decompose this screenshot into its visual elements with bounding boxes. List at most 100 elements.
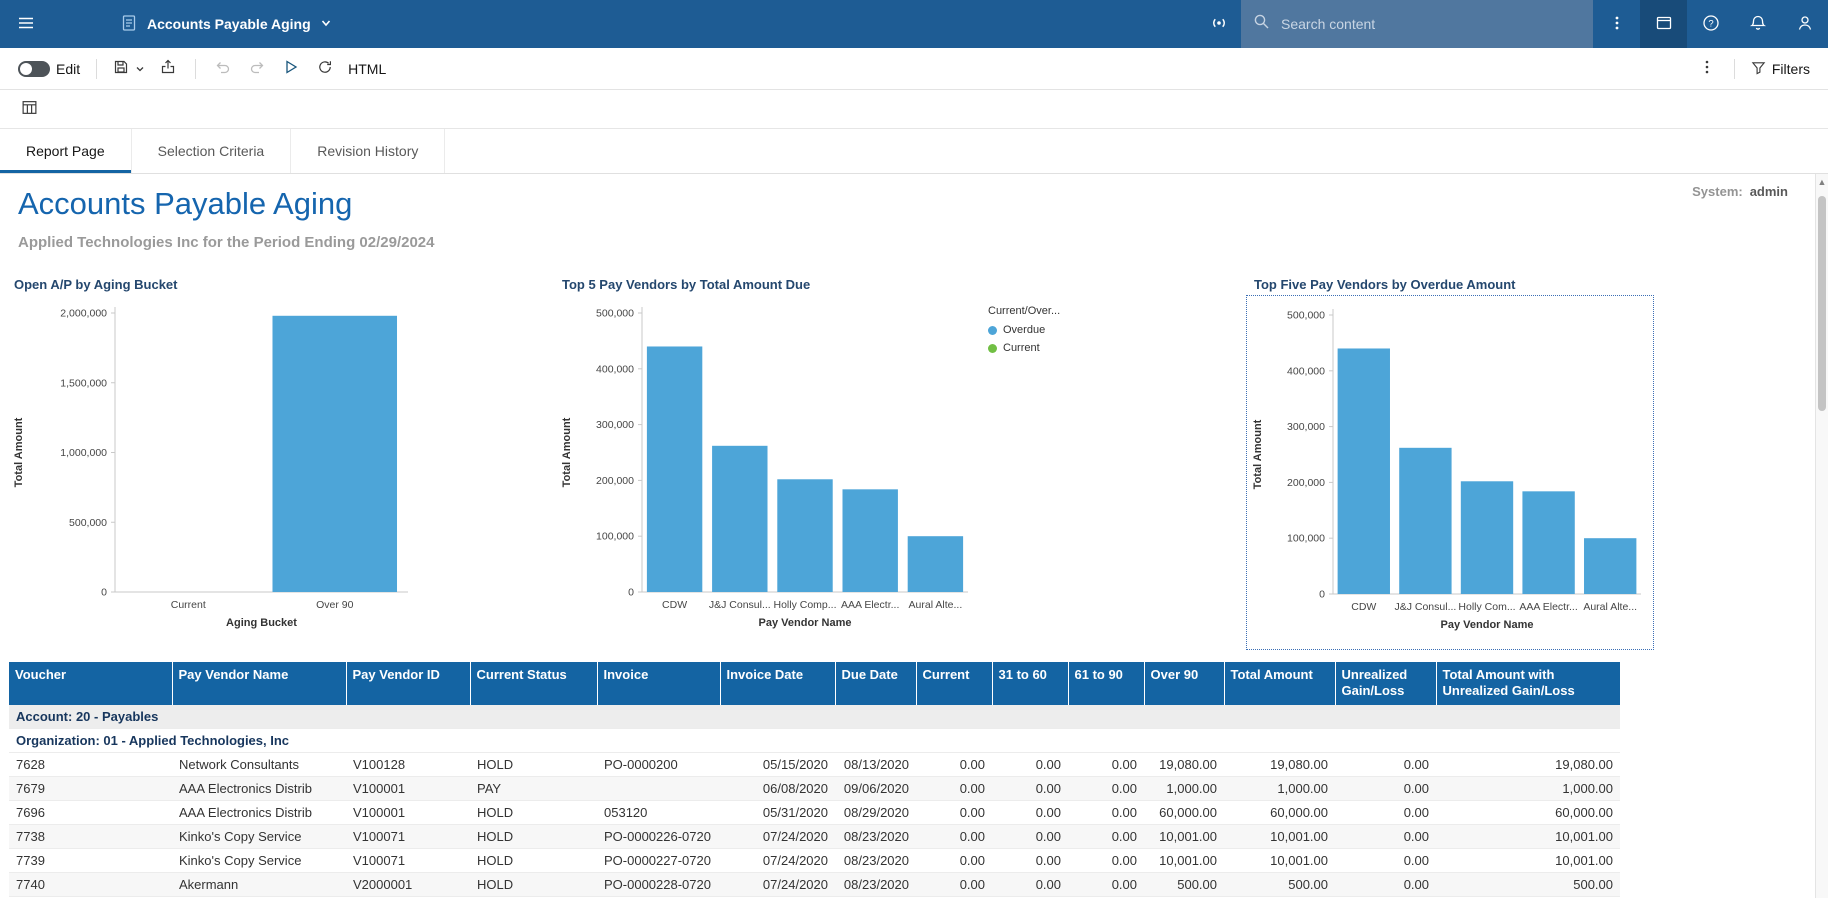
- column-header: Invoice Date: [720, 662, 835, 705]
- toolbar-divider: [1734, 59, 1735, 79]
- table-cell: 19,080.00: [1224, 753, 1335, 777]
- system-label: System:: [1692, 184, 1743, 199]
- notifications-button[interactable]: [1734, 0, 1781, 48]
- table-cell: 0.00: [916, 801, 992, 825]
- table-row: 7738Kinko's Copy ServiceV100071HOLDPO-00…: [9, 825, 1620, 849]
- charts-row: Open A/P by Aging Bucket0500,0001,000,00…: [0, 269, 1812, 661]
- table-cell: 05/15/2020: [720, 753, 835, 777]
- table-cell: Kinko's Copy Service: [172, 825, 346, 849]
- filters-button[interactable]: Filters: [1745, 53, 1816, 85]
- tab-report-page[interactable]: Report Page: [0, 129, 132, 173]
- y-tick-label: 200,000: [596, 475, 634, 487]
- group-row: Account: 20 - Payables: [9, 705, 1620, 729]
- edit-toggle[interactable]: Edit: [12, 53, 86, 85]
- y-tick-label: 300,000: [596, 419, 634, 431]
- bar[interactable]: [1399, 448, 1451, 594]
- y-tick-label: 0: [101, 587, 107, 599]
- search-bar[interactable]: [1241, 0, 1593, 48]
- app-topbar: Accounts Payable Aging: [0, 0, 1828, 48]
- refresh-button[interactable]: [308, 53, 342, 85]
- redo-icon: [249, 59, 265, 78]
- table-cell: 07/24/2020: [720, 873, 835, 897]
- report-title-dropdown[interactable]: Accounts Payable Aging: [114, 0, 338, 48]
- kebab-icon: [1699, 59, 1715, 78]
- more-options-button[interactable]: [1593, 0, 1640, 48]
- chart-open-ap-aging-bucket[interactable]: Open A/P by Aging Bucket0500,0001,000,00…: [10, 269, 555, 645]
- person-icon: [1796, 14, 1814, 35]
- scrollbar-thumb[interactable]: [1818, 196, 1826, 411]
- table-cell: 500.00: [1436, 873, 1620, 897]
- chart-selection-border: 0100,000200,000300,000400,000500,000CDWJ…: [1246, 295, 1654, 650]
- table-cell: 10,001.00: [1144, 825, 1224, 849]
- table-cell: 500.00: [1224, 873, 1335, 897]
- table-cell: 0.00: [1335, 801, 1436, 825]
- html-label: HTML: [348, 61, 386, 77]
- y-tick-label: 500,000: [69, 517, 107, 529]
- run-button[interactable]: [274, 53, 308, 85]
- toolbar-more-button[interactable]: [1690, 53, 1724, 85]
- report-pages-icon: [21, 99, 38, 119]
- bar-chart-plot: 0100,000200,000300,000400,000500,000CDWJ…: [558, 295, 973, 640]
- tab-selection-criteria[interactable]: Selection Criteria: [132, 129, 292, 173]
- column-header: Voucher: [9, 662, 172, 705]
- table-cell: 0.00: [992, 849, 1068, 873]
- table-cell: 19,080.00: [1144, 753, 1224, 777]
- x-category-label: Aural Alte...: [1583, 601, 1637, 613]
- table-cell: 7740: [9, 873, 172, 897]
- report-icon: [120, 14, 138, 35]
- bar[interactable]: [842, 489, 897, 592]
- live-connection-icon: [1209, 13, 1229, 36]
- search-icon: [1253, 13, 1270, 35]
- bar[interactable]: [1461, 481, 1513, 594]
- bar[interactable]: [1338, 348, 1390, 594]
- bar[interactable]: [272, 316, 397, 592]
- scroll-up-arrow[interactable]: ▲: [1816, 174, 1828, 190]
- vertical-scrollbar[interactable]: ▲: [1815, 174, 1828, 898]
- account-button[interactable]: [1781, 0, 1828, 48]
- output-format-button[interactable]: HTML: [342, 53, 392, 85]
- table-cell: Network Consultants: [172, 753, 346, 777]
- tab-revision-history[interactable]: Revision History: [291, 129, 445, 173]
- redo-button[interactable]: [240, 53, 274, 85]
- y-axis-title: Total Amount: [561, 417, 573, 487]
- menu-button[interactable]: [0, 0, 52, 48]
- table-cell: HOLD: [470, 849, 597, 873]
- table-cell: V100128: [346, 753, 470, 777]
- chart-title: Top 5 Pay Vendors by Total Amount Due: [558, 269, 1128, 295]
- report-pages-button[interactable]: [12, 93, 46, 125]
- table-cell: [597, 777, 720, 801]
- table-row: 7740AkermannV2000001HOLDPO-0000228-07200…: [9, 873, 1620, 897]
- table-cell: HOLD: [470, 873, 597, 897]
- search-input[interactable]: [1279, 15, 1581, 33]
- table-cell: 0.00: [1068, 849, 1144, 873]
- group-label: Account: 20 - Payables: [9, 705, 1620, 729]
- panel-button[interactable]: [1640, 0, 1687, 48]
- table-cell: 0.00: [916, 753, 992, 777]
- bar[interactable]: [647, 346, 702, 592]
- table-cell: 0.00: [1335, 777, 1436, 801]
- table-cell: 19,080.00: [1436, 753, 1620, 777]
- bar[interactable]: [908, 536, 963, 592]
- save-button[interactable]: [107, 53, 151, 85]
- table-row: 7679AAA Electronics DistribV100001PAY06/…: [9, 777, 1620, 801]
- system-value: admin: [1750, 184, 1788, 199]
- table-cell: 0.00: [992, 873, 1068, 897]
- bar[interactable]: [1584, 538, 1636, 594]
- bar[interactable]: [777, 479, 832, 592]
- undo-button[interactable]: [206, 53, 240, 85]
- help-button[interactable]: ?: [1687, 0, 1734, 48]
- table-cell: 07/24/2020: [720, 849, 835, 873]
- table-cell: V100071: [346, 849, 470, 873]
- topbar-spacer: [338, 0, 1197, 48]
- chart-top5-vendors-overdue[interactable]: Top Five Pay Vendors by Overdue Amount01…: [1246, 269, 1658, 650]
- live-connection-button[interactable]: [1197, 0, 1241, 48]
- table-cell: Kinko's Copy Service: [172, 849, 346, 873]
- share-button[interactable]: [151, 53, 185, 85]
- chart-top5-vendors-total-due[interactable]: Top 5 Pay Vendors by Total Amount Due010…: [558, 269, 1128, 645]
- bar[interactable]: [712, 446, 767, 592]
- x-category-label: J&J Consul...: [709, 599, 771, 611]
- bell-icon: [1749, 14, 1767, 35]
- table-cell: 7628: [9, 753, 172, 777]
- x-category-label: CDW: [662, 599, 687, 611]
- bar[interactable]: [1522, 491, 1574, 594]
